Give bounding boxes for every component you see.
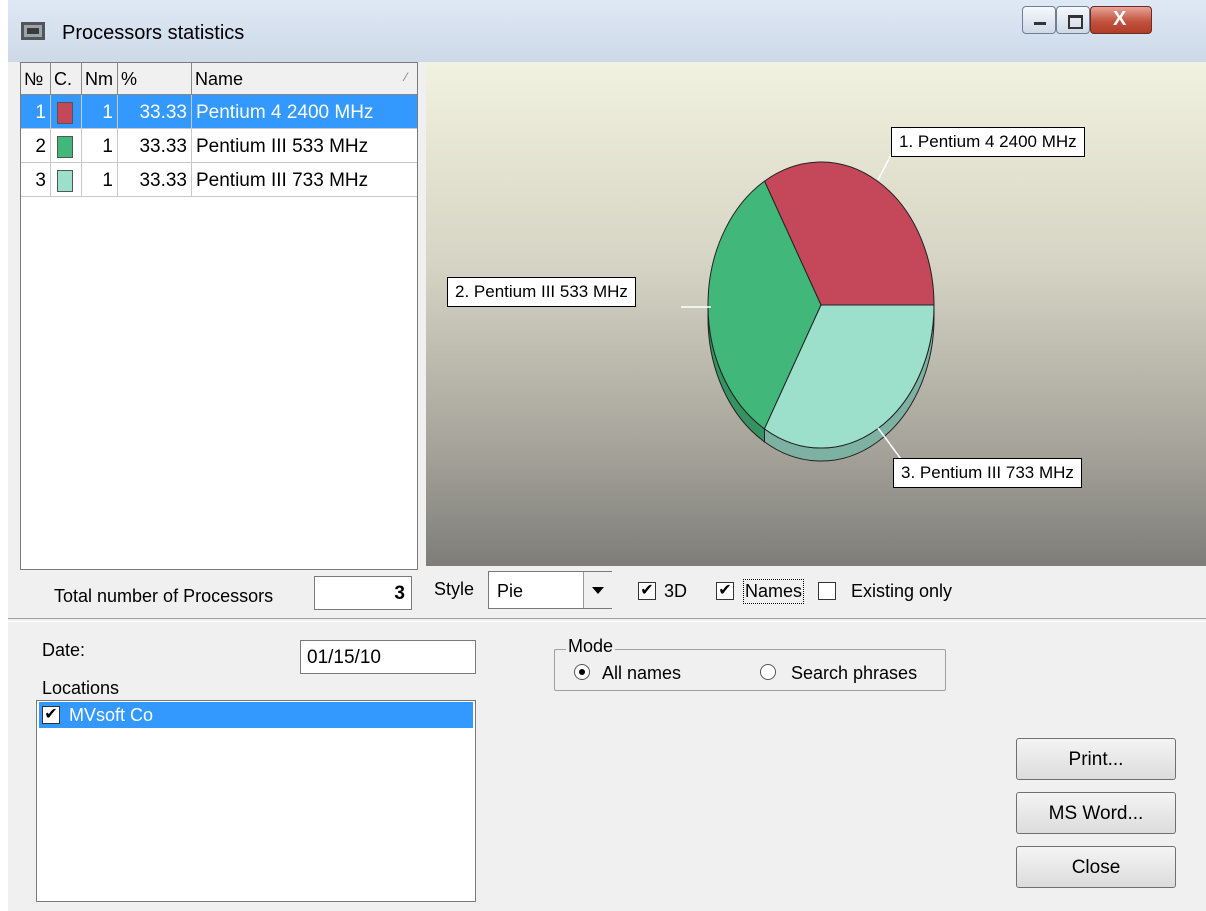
pie-leader-line-3 [877,427,902,460]
column-header-name[interactable]: Name ⁄ [192,63,417,95]
row-no: 1 [21,95,51,128]
row-color-cell [51,95,82,128]
pie-label-3: 3. Pentium III 733 MHz [893,458,1082,488]
row-percent: 33.33 [118,95,192,128]
pie-chart [681,152,935,462]
column-header-name-label: Name [195,69,244,89]
locations-label: Locations [42,678,120,698]
row-nm: 1 [82,129,118,162]
mode-all-names-label: All names [602,663,682,683]
row-nm: 1 [82,163,118,196]
row-name: Pentium III 733 MHz [196,170,369,191]
minimize-icon [1034,22,1046,25]
color-swatch [57,136,73,158]
total-panel: Total number of Processors 3 [20,570,418,616]
location-label: MVsoft Co [69,705,154,725]
date-field[interactable]: 01/15/10 [300,640,476,674]
pie-label-2: 2. Pentium III 533 MHz [447,277,636,307]
chart-area: 1. Pentium 4 2400 MHz 2. Pentium III 533… [426,62,1206,566]
style-dropdown-button[interactable] [583,572,613,608]
column-header-nm[interactable]: Nm [82,63,118,95]
row-color-cell [51,129,82,162]
maximize-icon [1068,15,1083,29]
print-button[interactable]: Print... [1016,738,1176,780]
grid-row-3[interactable]: 3 1 33.33 Pentium III 733 MHz [21,163,417,197]
column-header-percent[interactable]: % [118,63,192,95]
mode-radio-search-phrases[interactable] [760,664,776,680]
checkbox-3d-label: 3D [664,581,688,601]
style-dropdown-value: Pie [497,581,524,601]
checkbox-names[interactable]: ✔ [716,582,734,600]
style-label: Style [434,579,475,599]
processors-statistics-window: Processors statistics X № C. Nm % Name ⁄… [8,0,1206,911]
total-value-field: 3 [314,576,412,610]
chart-options-bar: Style Pie ✔ 3D ✔ Names Existing only [426,566,1206,616]
title-bar: Processors statistics X [8,0,1206,62]
mode-label: Mode [566,636,616,657]
row-no: 3 [21,163,51,196]
row-no: 2 [21,129,51,162]
row-percent: 33.33 [118,129,192,162]
locations-list[interactable]: ✔ MVsoft Co [36,700,476,902]
close-icon: X [1113,8,1127,30]
date-label: Date: [42,640,86,660]
grid-row-2[interactable]: 2 1 33.33 Pentium III 533 MHz [21,129,417,163]
column-header-no[interactable]: № [21,63,51,95]
row-nm: 1 [82,95,118,128]
pie-leader-line-1 [877,152,893,181]
style-dropdown[interactable]: Pie [488,571,613,609]
mode-search-phrases-label: Search phrases [791,663,918,683]
mode-radio-all-names[interactable] [574,664,590,680]
column-header-color[interactable]: C. [51,63,82,95]
total-label: Total number of Processors [54,586,274,606]
separator [8,618,1206,622]
radio-dot [579,669,585,675]
color-swatch [57,170,73,192]
checkbox-existing-only-label: Existing only [851,581,953,601]
sort-indicator-icon: ⁄ [404,70,407,84]
row-name: Pentium 4 2400 MHz [196,102,374,123]
checkbox-3d[interactable]: ✔ [638,582,656,600]
processors-grid[interactable]: № C. Nm % Name ⁄ 1 1 33.33 Pentium 4 240… [20,62,418,570]
maximize-button[interactable] [1056,6,1090,34]
color-swatch [57,102,73,124]
checkbox-existing-only[interactable] [818,582,836,600]
checkbox-names-label: Names [743,579,805,604]
grid-row-1[interactable]: 1 1 33.33 Pentium 4 2400 MHz [21,95,417,129]
row-color-cell [51,163,82,196]
window-title: Processors statistics [62,22,245,44]
window-close-button[interactable]: X [1090,6,1152,34]
processor-app-icon [21,22,45,40]
row-percent: 33.33 [118,163,192,196]
location-checkbox[interactable]: ✔ [42,706,60,724]
ms-word-button[interactable]: MS Word... [1016,792,1176,834]
minimize-button[interactable] [1022,6,1056,34]
location-item[interactable]: ✔ MVsoft Co [39,702,473,728]
close-button[interactable]: Close [1016,846,1176,888]
pie-label-1: 1. Pentium 4 2400 MHz [891,127,1085,157]
row-name: Pentium III 533 MHz [196,136,369,157]
chevron-down-icon [592,587,604,594]
